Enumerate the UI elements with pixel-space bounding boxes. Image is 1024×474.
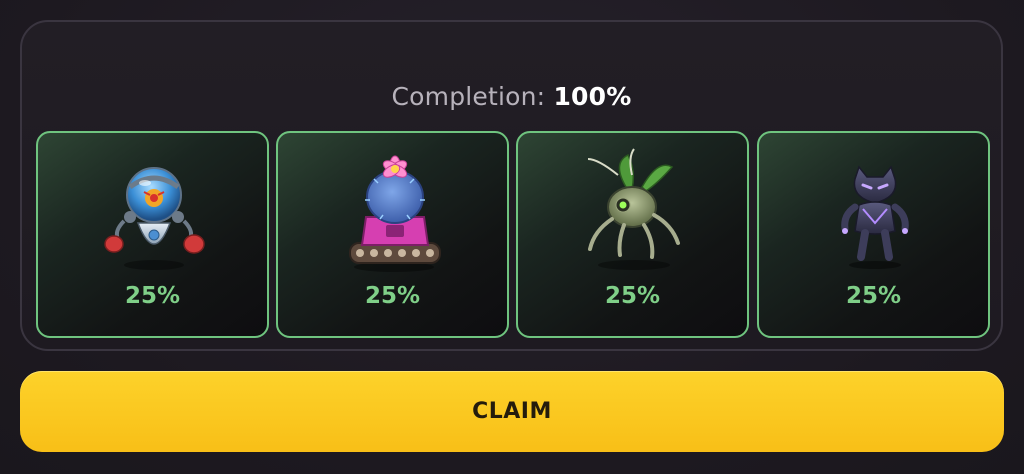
completion-text: Completion: 100% (22, 82, 1001, 111)
claim-button-label: CLAIM (472, 399, 552, 424)
robot-icon (103, 167, 205, 270)
bug-drone-icon (587, 148, 680, 270)
character-card-robot[interactable]: 25% (36, 131, 269, 338)
character-card-bug-drone[interactable]: 25% (516, 131, 749, 338)
character-card-cactus-tank[interactable]: 25% (276, 131, 509, 338)
reward-screen: Completion: 100% 25% 25% 25% 25% CLAIM (0, 0, 1024, 474)
completion-label: Completion: (391, 82, 546, 111)
claim-button[interactable]: CLAIM (20, 371, 1004, 452)
character-card-panther[interactable]: 25% (757, 131, 990, 338)
panther-icon (840, 165, 909, 269)
character-cards: 25% 25% 25% 25% (36, 131, 990, 338)
completion-value: 100% (553, 82, 632, 111)
card-percent: 25% (124, 283, 181, 309)
cactus-tank-icon (348, 155, 441, 272)
card-percent: 25% (604, 283, 661, 309)
card-percent: 25% (364, 283, 421, 309)
card-percent: 25% (845, 283, 902, 309)
